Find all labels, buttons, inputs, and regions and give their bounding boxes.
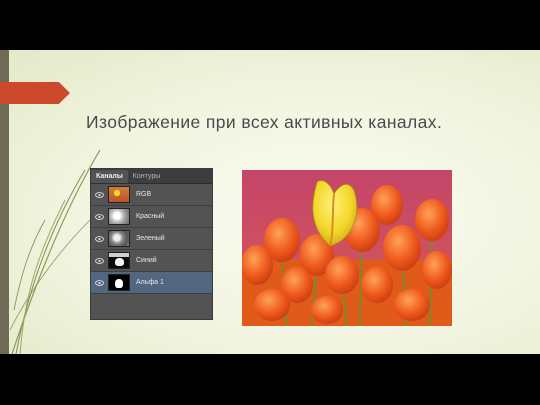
channel-row-red[interactable]: Красный (91, 206, 212, 228)
tab-paths[interactable]: Контуры (128, 170, 165, 183)
channel-thumbnail-red (108, 208, 130, 225)
panel-tabs: Каналы Контуры (91, 169, 212, 184)
channel-thumbnail-green (108, 230, 130, 247)
slide: Изображение при всех активных каналах. К… (0, 50, 540, 354)
eye-icon[interactable] (93, 213, 105, 220)
channel-label: Альфа 1 (136, 279, 164, 286)
tulips-photo (242, 170, 452, 326)
red-arrow-tab (0, 82, 70, 104)
channel-label: RGB (136, 191, 152, 198)
eye-icon[interactable] (93, 279, 105, 286)
tab-channels[interactable]: Каналы (91, 170, 128, 183)
channel-thumbnail-alpha (108, 274, 130, 291)
channels-panel: Каналы Контуры RGB Красный Зеленый Синий… (90, 168, 213, 320)
channel-row-alpha[interactable]: Альфа 1 (91, 272, 212, 294)
channel-label: Синий (136, 257, 157, 264)
eye-icon[interactable] (93, 191, 105, 198)
eye-icon[interactable] (93, 257, 105, 264)
channel-thumbnail-blue (108, 252, 130, 269)
channel-label: Красный (136, 213, 165, 220)
channel-label: Зеленый (136, 235, 165, 242)
slide-title: Изображение при всех активных каналах. (86, 112, 443, 132)
channel-row-rgb[interactable]: RGB (91, 184, 212, 206)
channel-row-blue[interactable]: Синий (91, 250, 212, 272)
channel-thumbnail-rgb (108, 186, 130, 203)
eye-icon[interactable] (93, 235, 105, 242)
channel-row-green[interactable]: Зеленый (91, 228, 212, 250)
